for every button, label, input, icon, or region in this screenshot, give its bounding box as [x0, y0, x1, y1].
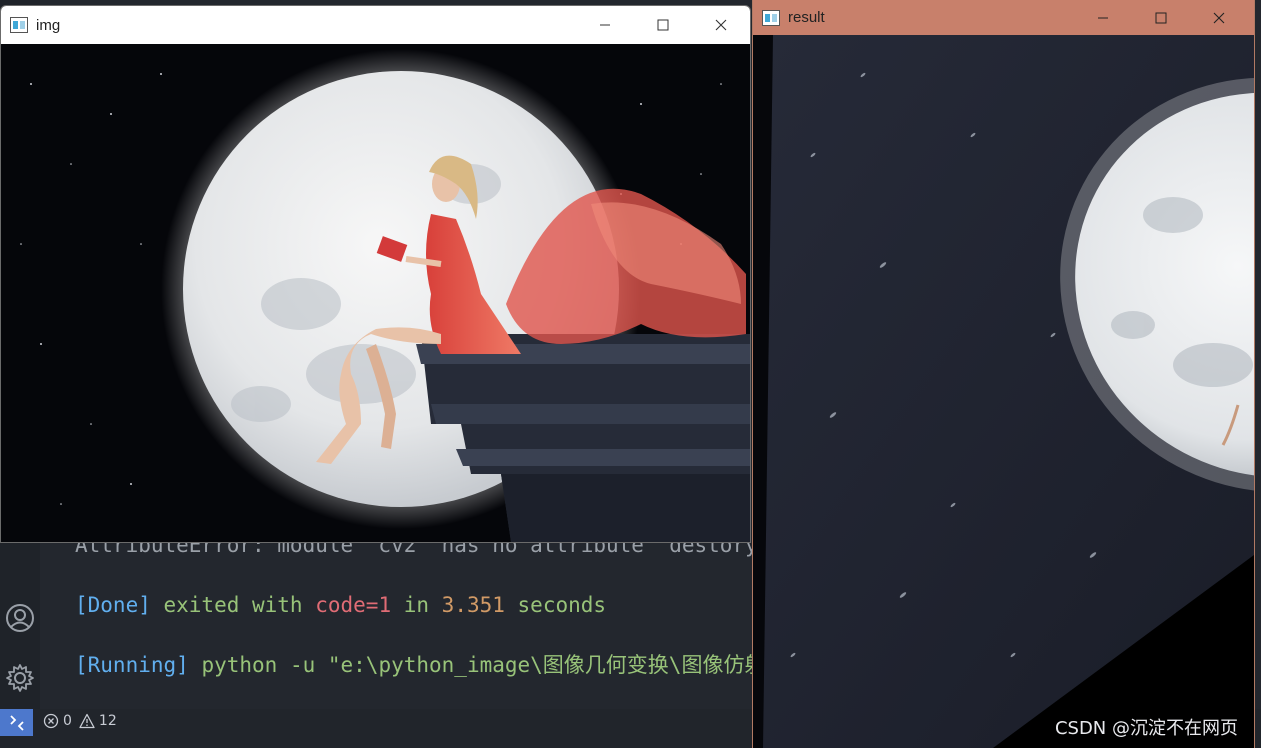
terminal-segment: [Done] [75, 593, 151, 617]
warning-icon [79, 713, 95, 729]
close-icon [1213, 12, 1225, 23]
error-icon [43, 713, 59, 729]
minimize-icon [1098, 17, 1108, 18]
close-button[interactable] [692, 6, 750, 44]
terminal-segment: [Running] [75, 653, 189, 677]
remote-button[interactable] [0, 709, 33, 736]
maximize-icon [657, 19, 669, 31]
terminal-line-running: [Running] python -u "e:\python_image\图像几… [75, 652, 765, 678]
terminal-segment: code=1 [315, 593, 392, 617]
result-canvas [753, 35, 1254, 748]
minimize-button[interactable] [576, 6, 634, 44]
app-icon [762, 9, 780, 26]
app-icon [10, 17, 28, 33]
problems-indicator[interactable]: 0 12 [43, 713, 117, 729]
minimize-icon [600, 24, 610, 26]
error-count: 0 [63, 713, 72, 729]
maximize-button[interactable] [634, 6, 692, 44]
terminal-segment: seconds [504, 593, 607, 617]
terminal-segment: 3.351 [441, 593, 505, 617]
terminal-segment: exited with [150, 593, 316, 617]
transformed-image [753, 35, 1254, 748]
terminal-segment: in [391, 593, 442, 617]
close-icon [715, 19, 727, 31]
img-window[interactable]: img [0, 5, 751, 543]
result-titlebar[interactable]: result [753, 0, 1254, 35]
minimize-button[interactable] [1074, 0, 1132, 35]
img-canvas [1, 44, 750, 542]
maximize-icon [1155, 12, 1167, 23]
terminal-segment: python -u "e:\python_image\图像几何变换\图像仿射 [188, 653, 766, 677]
img-titlebar[interactable]: img [1, 6, 750, 44]
gear-icon[interactable] [4, 662, 36, 694]
csdn-watermark: CSDN @沉淀不在网页 [1054, 718, 1238, 739]
remote-icon [9, 714, 24, 731]
img-window-title: img [36, 16, 61, 34]
warning-count: 12 [98, 713, 117, 729]
result-window[interactable]: result CSDN @沉淀不在网页 [752, 0, 1255, 748]
maximize-button[interactable] [1132, 0, 1190, 35]
account-icon[interactable] [4, 602, 36, 634]
close-button[interactable] [1190, 0, 1248, 35]
moon-woman-image [1, 44, 750, 542]
terminal-line-done: [Done] exited with code=1 in 3.351 secon… [75, 592, 606, 618]
result-window-title: result [788, 9, 825, 26]
